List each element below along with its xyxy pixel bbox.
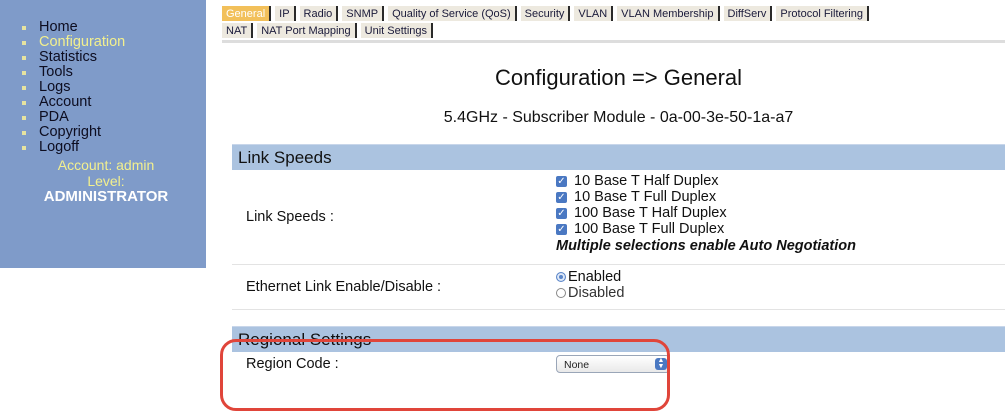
sidebar-nav: Home Configuration Statistics Tools Logs… — [0, 0, 206, 155]
link-speeds-heading: Link Speeds — [232, 144, 1005, 170]
radio-disabled[interactable]: Disabled — [556, 285, 1005, 301]
option-100-full[interactable]: ✓ 100 Base T Full Duplex — [556, 221, 1005, 237]
bullet-icon — [22, 101, 26, 105]
device-identifier: 5.4GHz - Subscriber Module - 0a-00-3e-50… — [443, 109, 794, 126]
tab-radio[interactable]: Radio — [299, 6, 339, 21]
sidebar-item-label: Logs — [39, 79, 71, 95]
option-100-half[interactable]: ✓ 100 Base T Half Duplex — [556, 205, 1005, 221]
sidebar-item-label: PDA — [39, 109, 69, 125]
bullet-icon — [22, 56, 26, 60]
sidebar-item-label: Copyright — [39, 124, 102, 140]
tab-row-2: NAT NAT Port Mapping Unit Settings — [222, 21, 1005, 38]
highlight-annotation — [220, 339, 670, 411]
auto-negotiation-note: Multiple selections enable Auto Negotiat… — [556, 238, 856, 254]
tab-vlan[interactable]: VLAN — [574, 6, 614, 21]
sidebar-item-label: Account — [39, 94, 92, 110]
checkbox-checked-icon[interactable]: ✓ — [556, 207, 567, 219]
bullet-icon — [22, 41, 26, 45]
option-label: 100 Base T Full Duplex — [574, 221, 725, 237]
checkbox-checked-icon[interactable]: ✓ — [556, 223, 567, 235]
tab-qos[interactable]: Quality of Service (QoS) — [388, 6, 517, 21]
ethernet-link-label: Ethernet Link Enable/Disable : — [246, 279, 442, 295]
tab-nat[interactable]: NAT — [222, 23, 254, 38]
sidebar-item-pda[interactable]: PDA — [22, 110, 206, 125]
radio-label: Disabled — [568, 285, 625, 301]
account-info: Account: admin Level: ADMINISTRATOR — [0, 157, 206, 205]
sidebar: Home Configuration Statistics Tools Logs… — [0, 0, 206, 268]
radio-label: Enabled — [568, 269, 622, 285]
option-10-half[interactable]: ✓ 10 Base T Half Duplex — [556, 173, 1005, 189]
radio-selected-icon[interactable] — [556, 272, 566, 282]
level-label: Level: — [87, 173, 125, 189]
main-content: Configuration => General 5.4GHz - Subscr… — [232, 43, 1005, 376]
option-label: 10 Base T Full Duplex — [574, 189, 717, 205]
checkbox-checked-icon[interactable]: ✓ — [556, 175, 567, 187]
level-value: ADMINISTRATOR — [43, 188, 169, 205]
tab-protocol-filtering[interactable]: Protocol Filtering — [776, 6, 869, 21]
option-10-full[interactable]: ✓ 10 Base T Full Duplex — [556, 189, 1005, 205]
tab-vlan-membership[interactable]: VLAN Membership — [617, 6, 720, 21]
link-speeds-row: Link Speeds : ✓ 10 Base T Half Duplex ✓ 10… — [232, 170, 1005, 265]
checkbox-checked-icon[interactable]: ✓ — [556, 191, 567, 203]
sidebar-item-home[interactable]: Home — [22, 20, 206, 35]
option-label: 10 Base T Half Duplex — [574, 173, 719, 189]
bullet-icon — [22, 146, 26, 150]
tab-snmp[interactable]: SNMP — [342, 6, 385, 21]
sidebar-item-copyright[interactable]: Copyright — [22, 125, 206, 140]
tab-security[interactable]: Security — [520, 6, 571, 21]
sidebar-item-label: Configuration — [39, 34, 126, 50]
link-speeds-options: ✓ 10 Base T Half Duplex ✓ 10 Base T Full D… — [556, 170, 1005, 264]
link-speeds-section: Link Speeds Link Speeds : ✓ 10 Base T Hal… — [232, 144, 1005, 310]
bullet-icon — [22, 116, 26, 120]
tab-row-1: General IP Radio SNMP Quality of Service… — [222, 4, 1005, 21]
tab-general[interactable]: General — [222, 6, 272, 21]
radio-unselected-icon[interactable] — [556, 288, 566, 298]
bullet-icon — [22, 71, 26, 75]
bullet-icon — [22, 86, 26, 90]
sidebar-item-label: Logoff — [39, 139, 80, 155]
tab-unit-settings[interactable]: Unit Settings — [360, 23, 434, 38]
bullet-icon — [22, 26, 26, 30]
link-speeds-label: Link Speeds : — [246, 209, 334, 225]
sidebar-item-label: Statistics — [39, 49, 98, 65]
tab-diffserv[interactable]: DiffServ — [723, 6, 773, 21]
sidebar-item-logs[interactable]: Logs — [22, 80, 206, 95]
ethernet-link-row: Ethernet Link Enable/Disable : Enabled D… — [232, 265, 1005, 310]
bullet-icon — [22, 131, 26, 135]
sidebar-item-account[interactable]: Account — [22, 95, 206, 110]
sidebar-item-configuration[interactable]: Configuration — [22, 35, 206, 50]
page-title: Configuration => General — [494, 65, 743, 90]
sidebar-item-label: Tools — [39, 64, 73, 80]
sidebar-item-tools[interactable]: Tools — [22, 65, 206, 80]
sidebar-item-logoff[interactable]: Logoff — [22, 140, 206, 155]
sidebar-item-statistics[interactable]: Statistics — [22, 50, 206, 65]
tab-bar: General IP Radio SNMP Quality of Service… — [222, 4, 1005, 38]
tab-nat-port-mapping[interactable]: NAT Port Mapping — [257, 23, 357, 38]
sidebar-item-label: Home — [39, 19, 78, 35]
option-label: 100 Base T Half Duplex — [574, 205, 727, 221]
ethernet-link-options: Enabled Disabled — [556, 265, 1005, 309]
tab-ip[interactable]: IP — [275, 6, 296, 21]
account-name: Account: admin — [57, 157, 155, 173]
radio-enabled[interactable]: Enabled — [556, 269, 1005, 285]
